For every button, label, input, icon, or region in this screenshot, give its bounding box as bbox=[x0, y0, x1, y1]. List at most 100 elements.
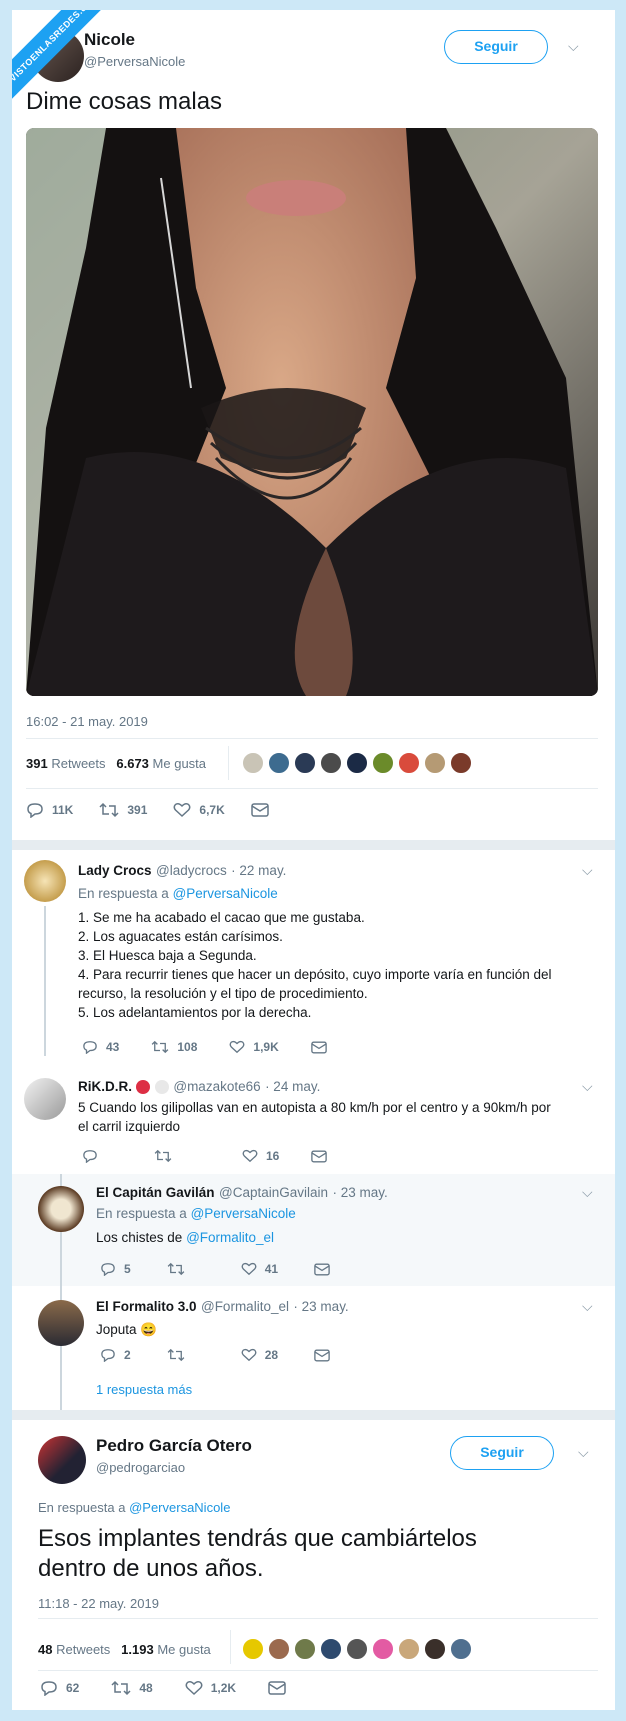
likes-count[interactable]: 1.193 bbox=[121, 1642, 154, 1657]
chevron-down-icon[interactable]: ⌵ bbox=[582, 1078, 593, 1095]
avatar[interactable] bbox=[38, 1300, 84, 1346]
envelope-icon bbox=[310, 1041, 327, 1053]
chevron-down-icon[interactable]: ⌵ bbox=[568, 38, 579, 55]
like-button[interactable]: 1,9K bbox=[229, 1040, 279, 1054]
retweet-button[interactable] bbox=[154, 1149, 180, 1163]
reply-author-name[interactable]: El Formalito 3.0 bbox=[96, 1299, 197, 1314]
likers-avatars[interactable] bbox=[242, 752, 476, 774]
avatar[interactable] bbox=[398, 1638, 420, 1660]
author-handle[interactable]: @PerversaNicole bbox=[84, 54, 185, 69]
reply-date[interactable]: · 22 may. bbox=[231, 863, 286, 878]
retweet-icon bbox=[111, 1680, 131, 1696]
chevron-down-icon[interactable]: ⌵ bbox=[582, 1298, 593, 1315]
like-button[interactable]: 1,2K bbox=[185, 1680, 236, 1696]
avatar[interactable] bbox=[346, 1638, 368, 1660]
avatar[interactable] bbox=[398, 752, 420, 774]
message-button[interactable] bbox=[314, 1349, 338, 1362]
message-button[interactable] bbox=[314, 1263, 338, 1276]
reply-author-handle[interactable]: @CaptainGavilain bbox=[219, 1185, 328, 1200]
envelope-icon bbox=[268, 1681, 286, 1695]
avatar[interactable] bbox=[242, 752, 264, 774]
likers-avatars[interactable] bbox=[242, 1638, 476, 1660]
reply-author-name[interactable]: RiK.D.R. bbox=[78, 1079, 132, 1094]
chevron-down-icon[interactable]: ⌵ bbox=[582, 862, 593, 879]
retweets-label[interactable]: Retweets bbox=[56, 1642, 110, 1657]
message-button[interactable] bbox=[310, 1041, 335, 1054]
avatar[interactable] bbox=[24, 860, 66, 902]
retweets-label[interactable]: Retweets bbox=[51, 756, 105, 771]
avatar[interactable] bbox=[372, 752, 394, 774]
chevron-down-icon[interactable]: ⌵ bbox=[582, 1184, 593, 1201]
mention-link[interactable]: @PerversaNicole bbox=[173, 886, 278, 901]
tweet-timestamp[interactable]: 11:18 - 22 may. 2019 bbox=[38, 1596, 159, 1611]
retweet-button[interactable]: 48 bbox=[111, 1680, 153, 1696]
reply-date[interactable]: · 23 may. bbox=[293, 1299, 348, 1314]
follow-button[interactable]: Seguir bbox=[444, 30, 548, 64]
retweets-count[interactable]: 48 bbox=[38, 1642, 52, 1657]
message-button[interactable] bbox=[311, 1150, 335, 1163]
reply-header: El Formalito 3.0 @Formalito_el · 23 may. bbox=[96, 1298, 349, 1316]
likes-count[interactable]: 6.673 bbox=[116, 756, 149, 771]
reply-icon bbox=[101, 1349, 115, 1362]
author-handle[interactable]: @pedrogarciao bbox=[96, 1460, 185, 1475]
retweet-button[interactable] bbox=[167, 1348, 193, 1362]
like-button[interactable]: 41 bbox=[241, 1262, 278, 1276]
avatar[interactable] bbox=[450, 1638, 472, 1660]
follow-button[interactable]: Seguir bbox=[450, 1436, 554, 1470]
mention-link[interactable]: @PerversaNicole bbox=[191, 1206, 296, 1221]
message-button[interactable] bbox=[268, 1681, 294, 1695]
reply-date[interactable]: · 24 may. bbox=[265, 1079, 320, 1094]
retweets-count[interactable]: 391 bbox=[26, 756, 48, 771]
avatar[interactable] bbox=[268, 1638, 290, 1660]
retweet-button[interactable] bbox=[167, 1262, 193, 1276]
avatar[interactable] bbox=[320, 752, 342, 774]
envelope-icon bbox=[314, 1349, 330, 1361]
tweet-stats: 48 Retweets 1.193 Me gusta bbox=[38, 1642, 211, 1657]
mention-link[interactable]: @PerversaNicole bbox=[129, 1500, 230, 1515]
author-name[interactable]: Nicole bbox=[84, 30, 135, 50]
tweet-photo[interactable] bbox=[26, 128, 598, 696]
reply-button[interactable]: 43 bbox=[82, 1040, 119, 1054]
likes-label[interactable]: Me gusta bbox=[153, 756, 206, 771]
avatar[interactable] bbox=[38, 1436, 86, 1484]
reply-button[interactable]: 2 bbox=[100, 1348, 131, 1362]
avatar[interactable] bbox=[294, 1638, 316, 1660]
retweet-button[interactable]: 391 bbox=[99, 802, 147, 818]
avatar[interactable] bbox=[450, 752, 472, 774]
avatar[interactable] bbox=[424, 752, 446, 774]
reply-author-handle[interactable]: @mazakote66 bbox=[173, 1079, 260, 1094]
reply-button[interactable]: 11K bbox=[26, 802, 73, 818]
retweet-icon bbox=[152, 1040, 169, 1054]
avatar[interactable] bbox=[346, 752, 368, 774]
avatar[interactable] bbox=[294, 752, 316, 774]
like-button[interactable]: 28 bbox=[241, 1348, 278, 1362]
avatar[interactable] bbox=[372, 1638, 394, 1660]
mention-link[interactable]: @Formalito_el bbox=[186, 1230, 274, 1245]
reply-author-name[interactable]: Lady Crocs bbox=[78, 863, 152, 878]
avatar[interactable] bbox=[424, 1638, 446, 1660]
reply-author-name[interactable]: El Capitán Gavilán bbox=[96, 1185, 215, 1200]
reply-author-handle[interactable]: @Formalito_el bbox=[201, 1299, 289, 1314]
reply-author-handle[interactable]: @ladycrocs bbox=[156, 863, 227, 878]
message-button[interactable] bbox=[251, 803, 277, 817]
reply-text: Joputa 😄 bbox=[96, 1322, 158, 1337]
avatar[interactable] bbox=[242, 1638, 264, 1660]
chevron-down-icon[interactable]: ⌵ bbox=[578, 1444, 589, 1461]
author-name[interactable]: Pedro García Otero bbox=[96, 1436, 252, 1456]
reply-button[interactable] bbox=[82, 1149, 106, 1163]
tweet-stats: 391 Retweets 6.673 Me gusta bbox=[26, 756, 206, 771]
avatar[interactable] bbox=[268, 752, 290, 774]
likes-label[interactable]: Me gusta bbox=[157, 1642, 210, 1657]
reply-date[interactable]: · 23 may. bbox=[332, 1185, 387, 1200]
tweet-timestamp[interactable]: 16:02 - 21 may. 2019 bbox=[26, 714, 148, 729]
show-more-replies-link[interactable]: 1 respuesta más bbox=[96, 1382, 192, 1397]
grinning-emoji: 😄 bbox=[140, 1322, 158, 1337]
reply-button[interactable]: 62 bbox=[40, 1680, 79, 1696]
reply-button[interactable]: 5 bbox=[100, 1262, 131, 1276]
retweet-button[interactable]: 108 bbox=[151, 1040, 197, 1054]
avatar[interactable] bbox=[24, 1078, 66, 1120]
like-button[interactable]: 6,7K bbox=[173, 802, 225, 818]
avatar[interactable] bbox=[320, 1638, 342, 1660]
avatar[interactable] bbox=[38, 1186, 84, 1232]
like-button[interactable]: 16 bbox=[242, 1149, 279, 1163]
